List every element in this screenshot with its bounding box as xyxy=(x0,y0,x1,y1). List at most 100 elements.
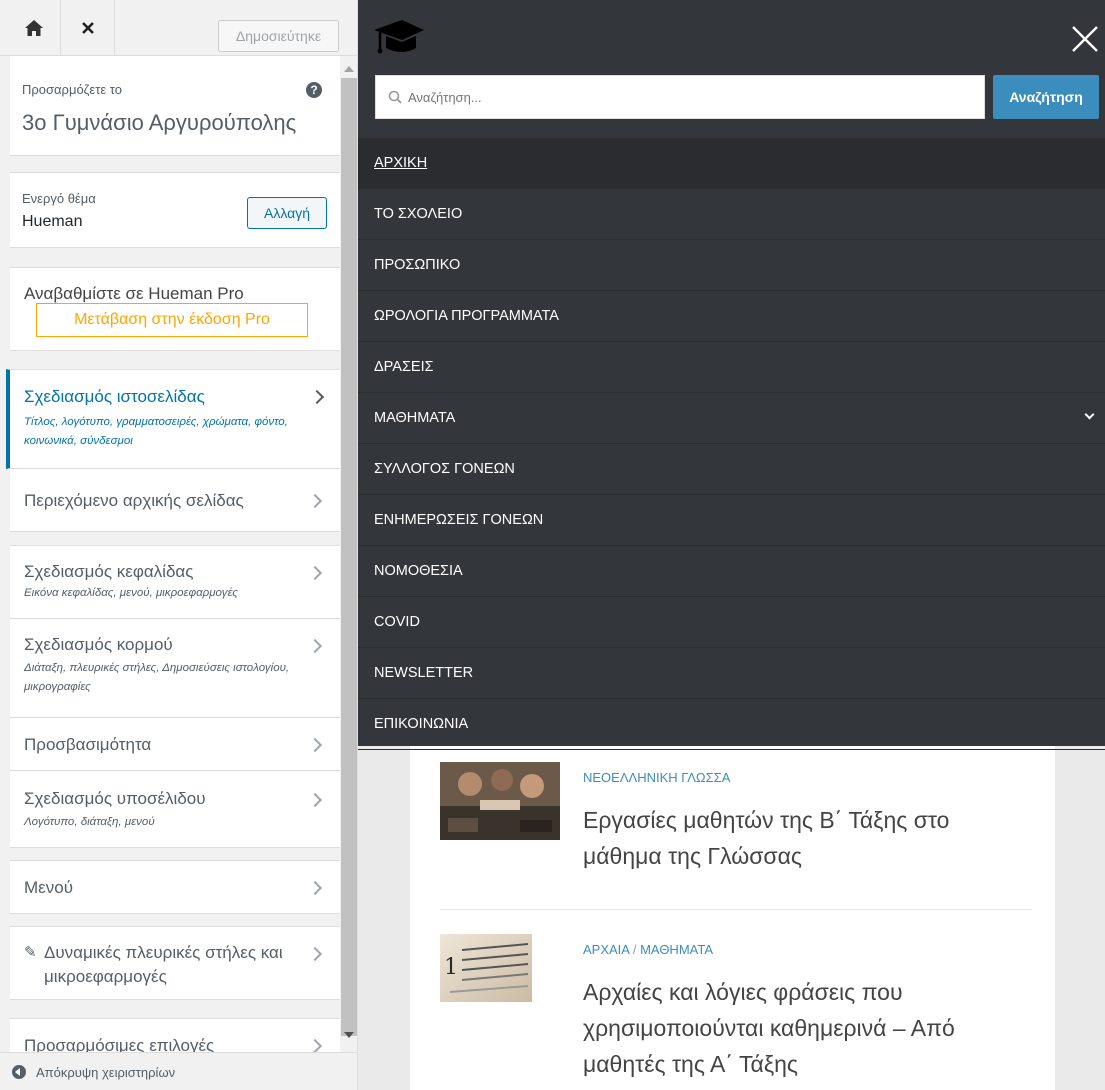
panel-homepage-content[interactable]: Περιεχόμενο αρχικής σελίδας xyxy=(10,468,340,532)
chevron-right-icon xyxy=(307,946,323,962)
post-title[interactable]: Εργασίες μαθητών της Β΄ Τάξης στο μάθημα… xyxy=(583,802,1023,874)
info-label: Προσαρμόζετε το xyxy=(22,82,122,97)
panel-header-design[interactable]: Σχεδιασμός κεφαλίδας Εικόνα κεφαλίδας, μ… xyxy=(10,545,340,619)
mobile-nav-overlay: Αναζήτηση ΑΡΧΙΚΗ ΤΟ ΣΧΟΛΕΙΟ ΠΡΟΣΩΠΙΚΟ ΩΡ… xyxy=(358,0,1105,750)
magic-wand-icon: ✎ xyxy=(24,944,37,961)
customizer-scrollbar[interactable] xyxy=(340,56,357,1052)
menu-item-label: ΣΥΛΛΟΓΟΣ ΓΟΝΕΩΝ xyxy=(374,461,515,477)
active-theme-name: Hueman xyxy=(22,213,83,230)
customizer-info: Προσαρμόζετε το ? 3ο Γυμνάσιο Αργυρούπολ… xyxy=(10,56,340,156)
menu-item-covid[interactable]: COVID xyxy=(358,597,1105,648)
panel-subtitle: Εικόνα κεφαλίδας, μενού, μικροεφαρμογές xyxy=(24,587,238,599)
panel-title: Δυναμικές πλευρικές στήλες και μικροεφαρ… xyxy=(44,943,283,986)
menu-item-label: ΩΡΟΛΟΓΙΑ ΠΡΟΓΡΑΜΜΑΤΑ xyxy=(374,308,559,324)
main-menu: ΑΡΧΙΚΗ ΤΟ ΣΧΟΛΕΙΟ ΠΡΟΣΩΠΙΚΟ ΩΡΟΛΟΓΙΑ ΠΡΟ… xyxy=(358,138,1105,750)
panel-body-design[interactable]: Σχεδιασμός κορμού Διάταξη, πλευρικές στή… xyxy=(10,618,340,718)
menu-item-label: ΤΟ ΣΧΟΛΕΙΟ xyxy=(374,206,463,222)
chevron-right-icon xyxy=(307,638,323,654)
panel-dynamic-sidebars[interactable]: ✎ Δυναμικές πλευρικές στήλες και μικροεφ… xyxy=(10,926,340,1000)
panel-menus[interactable]: Μενού xyxy=(10,860,340,914)
customizer-header: Δημοσιεύτηκε xyxy=(0,0,357,56)
panel-subtitle: Τίτλος, λογότυπο, γραμματοσειρές, χρώματ… xyxy=(24,416,288,447)
chevron-right-icon xyxy=(307,1038,323,1052)
menu-item-school[interactable]: ΤΟ ΣΧΟΛΕΙΟ xyxy=(358,189,1105,240)
panel-title: Μενού xyxy=(24,878,73,897)
menu-item-label: ΔΡΑΣΕΙΣ xyxy=(374,359,434,375)
customizer-panels[interactable]: Προσαρμόζετε το ? 3ο Γυμνάσιο Αργυρούπολ… xyxy=(0,56,340,1052)
menu-item-staff[interactable]: ΠΡΟΣΩΠΙΚΟ xyxy=(358,240,1105,291)
home-button[interactable] xyxy=(7,0,61,56)
panel-subtitle: Λογότυπο, διάταξη, μενού xyxy=(24,816,155,828)
post-item: 1 ΑΡΧΑΙΑ / ΜΑΘΗΜΑΤΑ Αρχαίες και λόγιες φ… xyxy=(440,934,1040,1090)
search-icon xyxy=(388,90,402,104)
upgrade-pro-label: Αναβαθμίστε σε Hueman Pro xyxy=(24,284,244,303)
menu-item-home[interactable]: ΑΡΧΙΚΗ xyxy=(358,138,1105,189)
panel-custom-options[interactable]: Προσαρμόσιμες επιλογές xyxy=(10,1018,340,1052)
menu-item-contact[interactable]: ΕΠΙΚΟΙΝΩΝΙΑ xyxy=(358,699,1105,750)
collapse-label: Απόκρυψη χειριστηρίων xyxy=(36,1065,176,1080)
panel-title: Σχεδιασμός ιστοσελίδας xyxy=(24,387,205,406)
chevron-right-icon xyxy=(307,565,323,581)
publish-button[interactable]: Δημοσιεύτηκε xyxy=(218,20,339,52)
post-category[interactable]: ΜΑΘΗΜΑΤΑ xyxy=(640,942,713,957)
menu-item-parents-association[interactable]: ΣΥΛΛΟΓΟΣ ΓΟΝΕΩΝ xyxy=(358,444,1105,495)
site-title: 3ο Γυμνάσιο Αργυρούπολης xyxy=(22,110,297,135)
panel-title: Σχεδιασμός κεφαλίδας xyxy=(24,562,194,581)
upgrade-pro-section: Αναβαθμίστε σε Hueman Pro Μετάβαση στην … xyxy=(10,267,340,351)
change-theme-button[interactable]: Αλλαγή xyxy=(247,197,327,229)
panel-title: Προσαρμόσιμες επιλογές xyxy=(24,1036,215,1052)
customizer-sidebar: Δημοσιεύτηκε Προσαρμόζετε το ? 3ο Γυμνάσ… xyxy=(0,0,358,1090)
panel-title: Σχεδιασμός υποσέλιδου xyxy=(24,789,206,808)
menu-item-label: NEWSLETTER xyxy=(374,665,474,681)
menu-item-label: ΕΝΗΜΕΡΩΣΕΙΣ ΓΟΝΕΩΝ xyxy=(374,512,544,528)
menu-item-parents-updates[interactable]: ΕΝΗΜΕΡΩΣΕΙΣ ΓΟΝΕΩΝ xyxy=(358,495,1105,546)
menu-item-label: ΜΑΘΗΜΑΤΑ xyxy=(374,410,456,426)
close-icon xyxy=(81,22,94,34)
menu-item-label: ΑΡΧΙΚΗ xyxy=(374,155,428,171)
collapse-controls-button[interactable]: Απόκρυψη χειριστηρίων xyxy=(0,1052,357,1090)
post-title[interactable]: Αρχαίες και λόγιες φράσεις που χρησιμοπο… xyxy=(583,974,1023,1082)
post-category[interactable]: ΑΡΧΑΙΑ xyxy=(583,942,629,957)
menu-item-lessons[interactable]: ΜΑΘΗΜΑΤΑ xyxy=(358,393,1105,444)
help-icon[interactable]: ? xyxy=(306,82,322,98)
collapse-arrow-icon xyxy=(12,1065,26,1079)
panel-footer-design[interactable]: Σχεδιασμός υποσέλιδου Λογότυπο, διάταξη,… xyxy=(10,770,340,848)
chevron-right-icon xyxy=(307,792,323,808)
chevron-right-icon xyxy=(309,389,325,405)
menu-item-label: COVID xyxy=(374,614,420,630)
menu-item-timetables[interactable]: ΩΡΟΛΟΓΙΑ ΠΡΟΓΡΑΜΜΑΤΑ xyxy=(358,291,1105,342)
panel-subtitle: Διάταξη, πλευρικές στήλες, Δημοσιεύσεις … xyxy=(24,662,290,693)
menu-item-activities[interactable]: ΔΡΑΣΕΙΣ xyxy=(358,342,1105,393)
chevron-down-icon[interactable] xyxy=(1084,409,1095,420)
home-icon xyxy=(24,20,43,36)
search-input[interactable] xyxy=(406,76,976,118)
panel-accessibility[interactable]: Προσβασιμότητα xyxy=(10,717,340,771)
menu-item-label: ΠΡΟΣΩΠΙΚΟ xyxy=(374,257,461,273)
scroll-down-icon[interactable] xyxy=(344,1032,354,1038)
close-customizer-button[interactable] xyxy=(61,0,115,56)
post-thumbnail[interactable] xyxy=(440,762,560,840)
go-pro-button[interactable]: Μετάβαση στην έκδοση Pro xyxy=(36,303,308,337)
active-theme-label: Ενεργό θέμα xyxy=(22,191,96,206)
post-thumbnail[interactable]: 1 xyxy=(440,934,532,1002)
panel-site-design[interactable]: Σχεδιασμός ιστοσελίδας Τίτλος, λογότυπο,… xyxy=(6,369,340,469)
svg-text:1: 1 xyxy=(444,955,458,980)
post-item: ΝΕΟΕΛΛΗΝΙΚΗ ΓΛΩΣΣΑ Εργασίες μαθητών της … xyxy=(440,762,1040,902)
graduation-cap-icon[interactable] xyxy=(372,18,426,58)
close-menu-icon[interactable] xyxy=(1070,24,1100,54)
menu-item-legislation[interactable]: ΝΟΜΟΘΕΣΙΑ xyxy=(358,546,1105,597)
search-button[interactable]: Αναζήτηση xyxy=(993,75,1099,119)
menu-item-label: ΝΟΜΟΘΕΣΙΑ xyxy=(374,563,463,579)
menu-item-newsletter[interactable]: NEWSLETTER xyxy=(358,648,1105,699)
menu-item-label: ΕΠΙΚΟΙΝΩΝΙΑ xyxy=(374,716,469,732)
panel-title: Προσβασιμότητα xyxy=(24,735,152,754)
chevron-right-icon xyxy=(307,737,323,753)
scroll-thumb[interactable] xyxy=(341,78,357,1036)
post-category[interactable]: ΝΕΟΕΛΛΗΝΙΚΗ ΓΛΩΣΣΑ xyxy=(583,770,730,785)
posts-list: ΝΕΟΕΛΛΗΝΙΚΗ ΓΛΩΣΣΑ Εργασίες μαθητών της … xyxy=(410,746,1055,1090)
active-theme-section: Ενεργό θέμα Hueman Αλλαγή xyxy=(10,172,340,248)
scroll-up-icon[interactable] xyxy=(344,66,354,72)
post-divider xyxy=(440,909,1032,910)
search-field[interactable] xyxy=(375,75,985,119)
category-separator: / xyxy=(629,942,641,957)
